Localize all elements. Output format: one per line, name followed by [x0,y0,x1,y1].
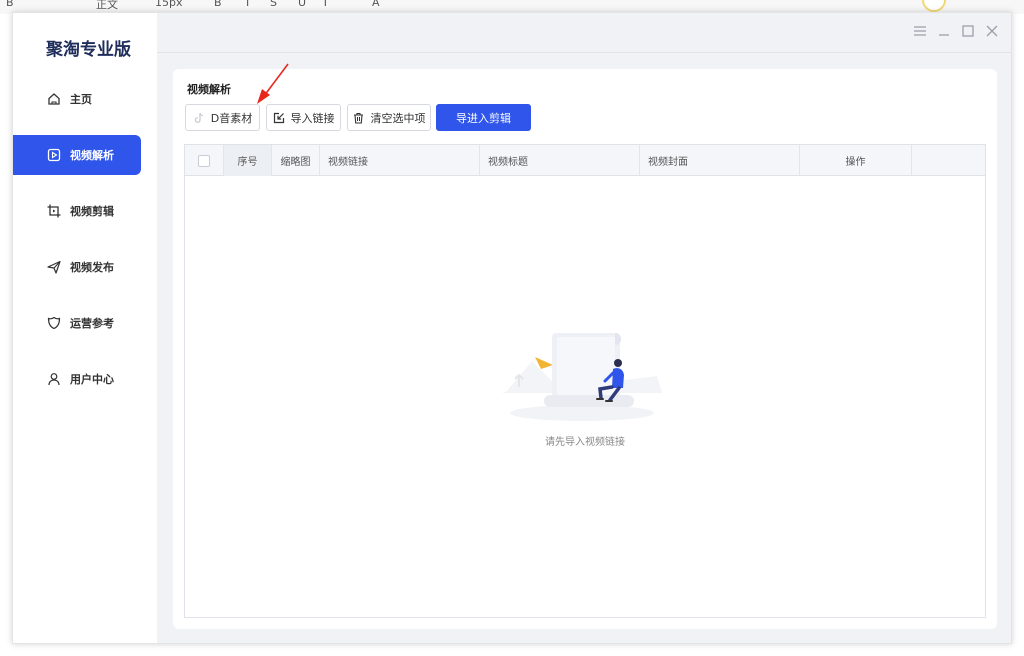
column-header-actions[interactable]: 操作 [800,145,912,176]
sidebar-item-label: 视频发布 [70,261,114,274]
window-controls [913,23,999,39]
title-bar [157,13,1011,53]
clear-selected-label: 清空选中项 [370,111,426,125]
column-header-video-title[interactable]: 视频标题 [480,145,640,176]
douyin-material-label: D音素材 [210,111,253,125]
panel-title: 视频解析 [187,83,231,96]
douyin-material-button[interactable]: D音素材 [185,104,260,131]
bg-toolbar-item: U [298,0,307,9]
select-all-checkbox[interactable] [198,154,210,167]
video-table: 序号 缩略图 视频链接 视频标题 视频封面 操作 请先导入视频链接 [184,144,986,618]
sidebar-item-video-edit[interactable]: 视频剪辑 [13,191,141,231]
sidebar-item-video-parse[interactable]: 视频解析 [13,135,141,175]
sidebar-item-home[interactable]: 主页 [13,79,141,119]
shield-icon [47,316,61,330]
user-icon [47,372,61,386]
column-header-thumbnail[interactable]: 缩略图 [272,145,320,176]
column-header-video-cover[interactable]: 视频封面 [640,145,800,176]
sidebar: 聚淘专业版 主页 视频解析 视频剪辑 视频发布 运营参考 用户中心 [13,13,157,643]
sidebar-item-user-center[interactable]: 用户中心 [13,359,141,399]
empty-state: 请先导入视频链接 [185,176,985,618]
import-link-button[interactable]: 导入链接 [266,104,341,131]
send-icon [47,260,61,274]
play-square-icon [47,148,61,162]
bg-toolbar-item: T [322,0,329,9]
column-header-spacer [912,145,985,176]
bg-toolbar-item: 15px [155,0,183,9]
crop-icon [47,204,61,218]
empty-state-message: 请先导入视频链接 [545,437,625,448]
sidebar-item-video-publish[interactable]: 视频发布 [13,247,141,287]
app-window: 聚淘专业版 主页 视频解析 视频剪辑 视频发布 运营参考 用户中心 视频解析 D… [12,12,1012,644]
import-icon [273,112,285,124]
menu-icon[interactable] [913,23,927,39]
video-parse-panel: 视频解析 D音素材 导入链接 清空选中项 导进入剪辑 序号 缩略图 视频链接 视… [173,69,997,629]
import-link-label: 导入链接 [290,111,335,125]
close-icon[interactable] [985,23,999,39]
bg-toolbar-item: B [6,0,14,9]
bg-toolbar-item: A [372,0,380,9]
tiktok-icon [193,112,205,124]
sidebar-item-label: 主页 [70,93,92,106]
minimize-icon[interactable] [937,23,951,39]
import-to-edit-button[interactable]: 导进入剪辑 [436,104,531,131]
column-header-index[interactable]: 序号 [224,145,272,176]
trash-icon [353,112,365,124]
table-header: 序号 缩略图 视频链接 视频标题 视频封面 操作 [185,145,985,176]
sidebar-item-label: 用户中心 [70,373,114,386]
select-all-cell [185,145,224,176]
empty-illustration [502,333,662,421]
home-icon [47,92,61,106]
bg-toolbar-item: S [270,0,277,9]
import-to-edit-label: 导进入剪辑 [456,111,511,125]
bg-toolbar-item: 正文 [96,0,118,11]
clear-selected-button[interactable]: 清空选中项 [347,104,431,131]
sidebar-item-label: 视频剪辑 [70,205,114,218]
brand-title: 聚淘专业版 [46,40,131,60]
sidebar-item-operations[interactable]: 运营参考 [13,303,141,343]
sidebar-item-label: 视频解析 [70,149,114,162]
bg-toolbar-item: I [246,0,250,9]
sidebar-item-label: 运营参考 [70,317,114,330]
column-header-video-link[interactable]: 视频链接 [320,145,480,176]
maximize-icon[interactable] [961,23,975,39]
bg-toolbar-item: B [214,0,222,9]
